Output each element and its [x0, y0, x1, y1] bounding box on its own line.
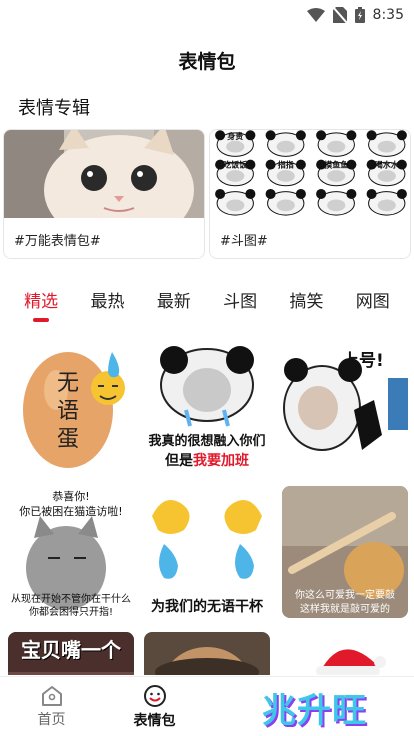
baobei-caption: 宝贝嘴一个: [21, 638, 121, 662]
sticker-hands-cheers[interactable]: 为我们的无语干杯: [144, 486, 270, 618]
sticker-panda-shanghao[interactable]: 上号!: [282, 340, 408, 472]
tab-label: 最新: [156, 292, 191, 312]
panda-face: [265, 188, 306, 216]
panda-face: [265, 130, 306, 157]
home-icon: [41, 685, 62, 706]
doutu-caption: 摸鱼鱼: [324, 159, 348, 169]
tab-zuixin[interactable]: 最新: [151, 283, 197, 317]
panda-face: [366, 130, 407, 157]
panda-face: [215, 188, 256, 216]
tab-jingxuan[interactable]: 精选: [18, 283, 64, 322]
battery-charging-icon: [354, 7, 365, 23]
no-sim-icon: [332, 7, 347, 23]
sticker-doge-bat[interactable]: 你这么可爱我一定要敲 这样我就是敲可爱的: [282, 486, 408, 618]
status-time: 8:35: [372, 7, 404, 23]
shanghao-caption: 上号!: [342, 351, 384, 371]
hands-caption: 为我们的无语干杯: [151, 599, 263, 615]
panda-face: [316, 130, 357, 157]
sticker-santa-panda[interactable]: [282, 632, 408, 675]
cat-caption-top2: 你已被困在猫造访啦!: [19, 505, 123, 518]
sticker-baobei[interactable]: 宝贝嘴一个: [8, 632, 134, 675]
nav-home[interactable]: 首页: [0, 677, 103, 736]
album-thumb-panda-grid: 身贵指指 摸鱼鱼 喝水水 吃饭饭: [210, 130, 410, 218]
doutu-caption: 指指: [278, 159, 294, 169]
tab-label: 网图: [355, 292, 390, 312]
nav-emoji-label: 表情包: [133, 712, 176, 729]
page-title: 表情包: [178, 50, 236, 73]
tab-label: 精选: [24, 292, 59, 312]
watermark: 兆升旺: [262, 691, 367, 731]
panda-caption-b: 我要加班: [193, 453, 249, 469]
album-label: #斗图#: [220, 233, 268, 249]
sticker-egg[interactable]: 无语蛋: [8, 340, 134, 472]
cat-caption-bottom2: 你都会困得只开指!: [28, 607, 113, 618]
panda-caption-line1: 我真的很想融入你们: [148, 434, 266, 449]
tab-gaoxiao[interactable]: 搞笑: [283, 283, 329, 317]
doge-caption-line1: 你这么可爱我一定要敲: [295, 590, 395, 601]
status-bar: 8:35: [0, 0, 414, 30]
albums-section-title: 表情专辑: [18, 98, 90, 119]
tab-wangtu[interactable]: 网图: [350, 283, 396, 317]
sticker-cat-trapped[interactable]: 恭喜你! 你已被困在猫造访啦! 从现在开始不管你在干什么 你都会困得只开指!: [8, 486, 134, 618]
album-label: #万能表情包#: [14, 233, 101, 249]
album-card-doutu[interactable]: 身贵指指 摸鱼鱼 喝水水 吃饭饭 #斗图#: [209, 129, 411, 259]
panda-caption-a: 但是: [165, 453, 193, 469]
nav-home-label: 首页: [37, 711, 66, 728]
tab-zuire[interactable]: 最热: [84, 283, 130, 317]
doutu-caption: 吃饭饭: [223, 159, 247, 169]
sticker-panda-overtime[interactable]: 我真的很想融入你们 但是我要加班: [144, 340, 270, 472]
tab-doutu[interactable]: 斗图: [217, 283, 263, 317]
cat-caption-top1: 恭喜你!: [52, 490, 90, 503]
tab-label: 搞笑: [289, 292, 324, 312]
album-card-wanneng[interactable]: #万能表情包#: [3, 129, 205, 259]
doge-caption-line2: 这样我就是敲可爱的: [300, 604, 390, 615]
panda-caption-line2: 但是我要加班: [144, 450, 270, 470]
doutu-caption: 身贵: [227, 131, 243, 141]
panda-face: [366, 188, 407, 216]
egg-caption: 无语蛋: [56, 371, 79, 452]
category-tabs: 精选 最热 最新 斗图 搞笑 网图: [0, 283, 414, 322]
panda-face: [316, 188, 357, 216]
tab-label: 斗图: [223, 292, 258, 312]
wifi-icon: [306, 8, 325, 22]
sticker-dog-face[interactable]: [144, 632, 270, 675]
album-thumb-cat: [4, 130, 204, 218]
doutu-caption: 喝水水: [375, 159, 400, 169]
smile-icon: [143, 684, 166, 707]
nav-emoji[interactable]: 表情包: [103, 677, 206, 736]
tab-active-indicator: [33, 318, 50, 322]
sticker-grid: 无语蛋 我真的很想融入你们 但是我要加班 上号! 恭喜你! 你已被困在猫造访啦!…: [0, 340, 414, 675]
tab-label: 最热: [90, 292, 125, 312]
